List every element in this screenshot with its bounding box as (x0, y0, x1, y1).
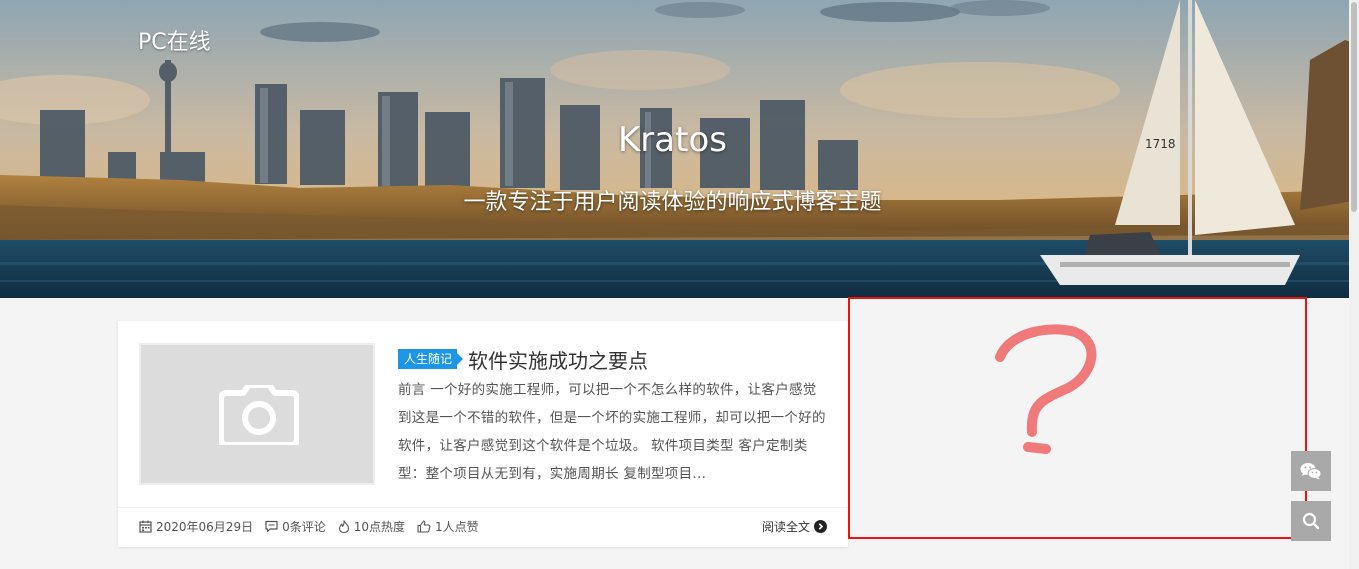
post-meta: 2020年06月29日 0条评论 10点热度 1人点赞 (139, 518, 491, 535)
article-thumbnail[interactable] (139, 343, 375, 485)
chevron-right-circle-icon (814, 520, 827, 533)
hero-subtitle: 一款专注于用户阅读体验的响应式博客主题 (463, 190, 882, 215)
meta-comments-text: 0条评论 (282, 520, 326, 534)
wechat-button[interactable] (1291, 451, 1331, 491)
meta-views: 10点热度 (338, 518, 405, 535)
hero-title: Kratos (618, 120, 727, 160)
meta-date-text: 2020年06月29日 (156, 520, 254, 534)
read-more-label: 阅读全文 (761, 520, 810, 534)
meta-views-text: 10点热度 (353, 520, 406, 534)
fire-icon (338, 520, 349, 533)
scroll-thumb[interactable] (1351, 2, 1357, 212)
svg-text:1718: 1718 (1145, 137, 1176, 151)
meta-likes-text: 1人点赞 (435, 520, 479, 534)
meta-comments[interactable]: 0条评论 (265, 518, 326, 535)
question-mark-scribble (995, 324, 1097, 454)
comment-icon (265, 520, 278, 533)
category-tag[interactable]: 人生随记 (398, 349, 464, 369)
post-excerpt: 前言 一个好的实施工程师，可以把一个不怎么样的软件，让客户感觉到这是一个不错的软… (398, 382, 826, 482)
calendar-icon (139, 520, 152, 533)
search-button[interactable] (1291, 501, 1331, 541)
search-icon (1302, 512, 1320, 530)
page-scrollbar[interactable] (1349, 0, 1359, 569)
meta-likes[interactable]: 1人点赞 (417, 518, 479, 535)
header-banner: PC在线 Kratos 一款专注于用户阅读体验的响应式博客主题 1718 (0, 0, 1359, 298)
meta-date: 2020年06月29日 (139, 518, 253, 535)
wechat-icon (1300, 463, 1322, 480)
annotation-highlight-box (848, 297, 1307, 539)
card-divider (118, 507, 848, 508)
post-title-link[interactable]: 软件实施成功之要点 (468, 345, 648, 374)
thumbs-up-icon (417, 520, 431, 533)
camera-icon (219, 385, 299, 445)
read-more-link[interactable]: 阅读全文 (762, 518, 827, 535)
sail-number: 1718 (1145, 137, 1176, 151)
article-card: 人生随记 软件实施成功之要点 前言 一个好的实施工程师，可以把一个不怎么样的软件… (118, 321, 848, 547)
site-title-link[interactable]: PC在线 (138, 24, 211, 56)
